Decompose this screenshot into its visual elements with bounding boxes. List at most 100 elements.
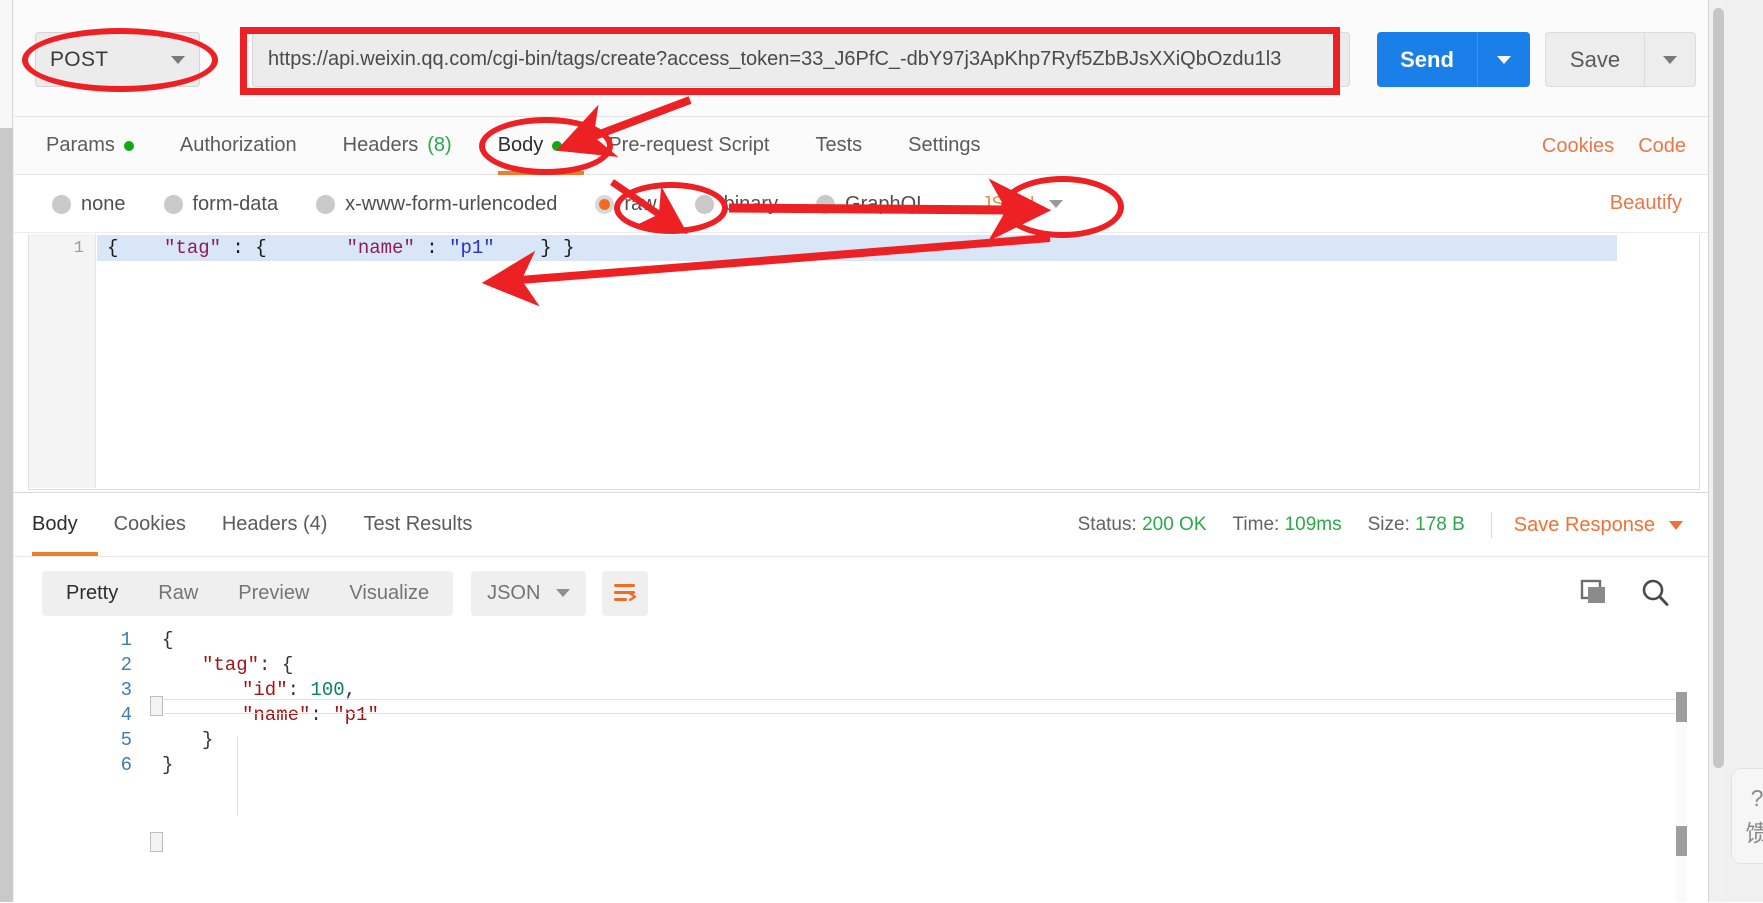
response-format-label: JSON bbox=[487, 582, 540, 605]
size-value: 178 B bbox=[1415, 514, 1465, 535]
feedback-widget[interactable]: ? 馈 bbox=[1731, 768, 1763, 864]
body-type-graphql[interactable]: GraphQL bbox=[816, 193, 927, 216]
tab-label: Settings bbox=[908, 134, 980, 157]
response-code-line[interactable]: { bbox=[162, 629, 173, 651]
view-mode-visualize[interactable]: Visualize bbox=[329, 571, 449, 616]
fold-marker-open[interactable] bbox=[150, 696, 163, 716]
code-token: } bbox=[162, 754, 173, 776]
response-tab-cookies[interactable]: Cookies bbox=[114, 513, 186, 536]
code-token: "tag" bbox=[202, 654, 259, 676]
code-token: { bbox=[107, 237, 164, 259]
beautify-link[interactable]: Beautify bbox=[1610, 192, 1682, 215]
search-icon[interactable] bbox=[1640, 578, 1670, 608]
response-tabs: Body Cookies Headers (4) Test Results St… bbox=[14, 493, 1708, 557]
response-code-line[interactable]: "tag": { bbox=[162, 654, 293, 676]
feedback-label: 馈 bbox=[1746, 814, 1763, 848]
response-scrollbar-thumb-top[interactable] bbox=[1676, 692, 1687, 722]
code-token: , bbox=[345, 679, 356, 701]
code-token: "p1" bbox=[449, 237, 495, 259]
modified-dot-icon bbox=[552, 141, 562, 151]
url-input[interactable]: https://api.weixin.qq.com/cgi-bin/tags/c… bbox=[252, 32, 1350, 87]
response-tab-body[interactable]: Body bbox=[32, 513, 78, 536]
tab-label: Headers bbox=[343, 134, 419, 157]
body-type-raw[interactable]: raw bbox=[595, 193, 656, 216]
line-number: 1 bbox=[74, 239, 84, 258]
body-type-none[interactable]: none bbox=[52, 193, 126, 216]
view-mode-raw[interactable]: Raw bbox=[138, 571, 218, 616]
code-token: } } bbox=[495, 237, 575, 259]
response-line-number: 2 bbox=[92, 654, 132, 676]
code-token: "p1" bbox=[333, 704, 379, 726]
http-method-select[interactable]: POST bbox=[35, 32, 200, 87]
response-line-number: 4 bbox=[92, 704, 132, 726]
code-token: } bbox=[202, 729, 213, 751]
save-button[interactable]: Save bbox=[1545, 32, 1644, 87]
response-code-line[interactable]: "id": 100, bbox=[162, 679, 356, 701]
fold-marker-close[interactable] bbox=[150, 832, 163, 852]
tab-settings[interactable]: Settings bbox=[908, 134, 980, 157]
response-scrollbar[interactable] bbox=[1676, 692, 1687, 902]
tab-pre-request-script[interactable]: Pre-request Script bbox=[608, 134, 769, 157]
response-scrollbar-thumb-bottom[interactable] bbox=[1676, 826, 1687, 856]
request-body-code-line[interactable]: { "tag" : { "name" : "p1" } } bbox=[97, 235, 1617, 261]
url-bar: POST https://api.weixin.qq.com/cgi-bin/t… bbox=[14, 0, 1708, 117]
response-toolbar-right bbox=[1580, 557, 1670, 629]
radio-icon bbox=[164, 195, 183, 214]
modified-dot-icon bbox=[124, 141, 134, 151]
code-token: : { bbox=[221, 237, 346, 259]
response-code-line[interactable]: "name": "p1" bbox=[162, 704, 379, 726]
status-label: Status: bbox=[1078, 514, 1137, 535]
page-scrollbar-thumb[interactable] bbox=[1713, 8, 1724, 768]
word-wrap-button[interactable] bbox=[602, 571, 648, 616]
chevron-down-icon[interactable] bbox=[1669, 521, 1683, 530]
response-tab-test-results[interactable]: Test Results bbox=[363, 513, 472, 536]
tab-label: Pre-request Script bbox=[608, 134, 769, 157]
tab-headers[interactable]: Headers (8) bbox=[343, 134, 452, 157]
body-type-binary[interactable]: binary bbox=[695, 193, 778, 216]
question-mark-icon: ? bbox=[1751, 785, 1763, 812]
tab-label: Authorization bbox=[180, 134, 297, 157]
radio-icon bbox=[316, 195, 335, 214]
response-line-number: 6 bbox=[92, 754, 132, 776]
indent-guide bbox=[237, 737, 238, 815]
response-line-number: 5 bbox=[92, 729, 132, 751]
view-mode-pretty[interactable]: Pretty bbox=[46, 571, 138, 616]
send-button[interactable]: Send bbox=[1377, 32, 1477, 87]
response-line-highlight-top bbox=[164, 699, 1676, 700]
tab-tests[interactable]: Tests bbox=[815, 134, 862, 157]
time-meta: Time: 109ms bbox=[1233, 514, 1342, 536]
code-token: { bbox=[162, 629, 173, 651]
save-response-button[interactable]: Save Response bbox=[1514, 514, 1655, 537]
tab-authorization[interactable]: Authorization bbox=[180, 134, 297, 157]
response-tab-headers[interactable]: Headers (4) bbox=[222, 513, 328, 536]
status-meta: Status: 200 OK bbox=[1078, 514, 1207, 536]
http-method-label: POST bbox=[50, 48, 171, 72]
request-body-editor[interactable]: 1 { "tag" : { "name" : "p1" } } bbox=[28, 234, 1700, 490]
body-type-form-data[interactable]: form-data bbox=[164, 193, 279, 216]
send-options-button[interactable] bbox=[1477, 32, 1530, 87]
status-value: 200 OK bbox=[1142, 514, 1206, 535]
tab-label: Params bbox=[46, 134, 115, 157]
response-pane: Body Cookies Headers (4) Test Results St… bbox=[14, 492, 1708, 902]
tab-label: Body bbox=[498, 134, 544, 157]
tab-body[interactable]: Body bbox=[498, 134, 563, 157]
response-code-line[interactable]: } bbox=[162, 754, 173, 776]
radio-icon bbox=[52, 195, 71, 214]
response-line-highlight-bottom bbox=[164, 713, 1676, 714]
raw-format-select[interactable]: JSON bbox=[981, 193, 1062, 216]
response-toolbar: Pretty Raw Preview Visualize JSON bbox=[14, 557, 1708, 629]
response-code-line[interactable]: } bbox=[162, 729, 213, 751]
response-format-select[interactable]: JSON bbox=[471, 571, 586, 616]
response-view-modes: Pretty Raw Preview Visualize bbox=[42, 571, 453, 616]
save-options-button[interactable] bbox=[1644, 32, 1696, 87]
code-token: : bbox=[415, 237, 449, 259]
response-body-editor[interactable]: 1{2"tag": {3"id": 100,4"name": "p1"5}6} bbox=[14, 629, 1708, 903]
code-link[interactable]: Code bbox=[1638, 135, 1686, 158]
view-mode-preview[interactable]: Preview bbox=[218, 571, 329, 616]
time-value: 109ms bbox=[1285, 514, 1342, 535]
tab-params[interactable]: Params bbox=[46, 134, 134, 157]
code-token: "tag" bbox=[164, 237, 221, 259]
cookies-link[interactable]: Cookies bbox=[1542, 135, 1614, 158]
body-type-x-www-form-urlencoded[interactable]: x-www-form-urlencoded bbox=[316, 193, 557, 216]
copy-icon[interactable] bbox=[1580, 579, 1610, 607]
